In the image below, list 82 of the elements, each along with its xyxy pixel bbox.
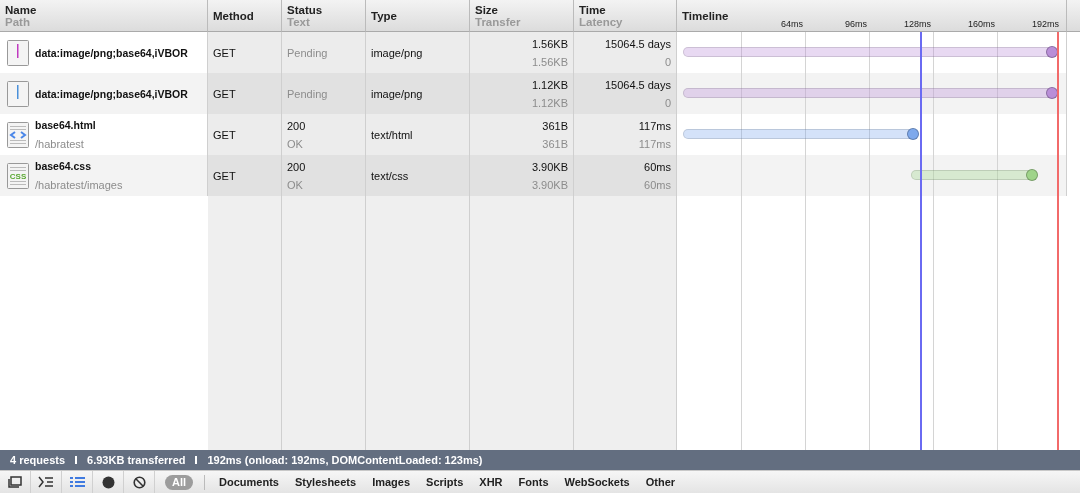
console-icon — [38, 476, 54, 488]
type-text: image/png — [371, 87, 423, 100]
status-text: Pending — [287, 87, 328, 100]
transfer-text: 1.56KB — [531, 55, 568, 68]
status-text: OK — [287, 137, 303, 150]
record-icon — [101, 475, 115, 489]
request-path: /habratest/images — [35, 179, 123, 191]
tick-label: 128ms — [904, 19, 931, 29]
column-title: Time — [579, 3, 607, 16]
request-name: base64.html — [35, 119, 96, 131]
status-text: 4 requests — [10, 454, 66, 466]
method-text: GET — [213, 87, 236, 100]
request-name: base64.css — [35, 160, 93, 172]
list-icon — [69, 476, 85, 488]
file-icon: CSS — [7, 162, 29, 189]
latency-text: 0 — [664, 96, 671, 109]
column-header[interactable]: Status Text — [282, 0, 366, 32]
request-name: data:image/png;base64,iVBOR — [35, 87, 188, 100]
column-title: Size — [475, 3, 499, 16]
type-text: text/css — [371, 169, 409, 182]
latency-text: 117ms — [638, 137, 671, 150]
filter-tab[interactable]: Fonts — [510, 474, 557, 490]
transfer-text: 3.90KB — [531, 178, 568, 191]
tick-label: 96ms — [845, 19, 867, 29]
request-name: data:image/png;base64,iVBOR — [35, 46, 188, 59]
filter-tab[interactable]: Stylesheets — [286, 474, 365, 490]
filter-tab[interactable]: Documents — [211, 474, 287, 490]
method-text: GET — [213, 46, 236, 59]
method-text: GET — [213, 169, 236, 182]
file-icon — [7, 121, 29, 148]
tick-label: 160ms — [968, 19, 995, 29]
column-header[interactable]: Time Latency — [574, 0, 677, 32]
status-text: 6.93KB transferred — [87, 454, 186, 466]
table-cell[interactable]: data:image/png;base64,iVBOR — [0, 73, 208, 114]
column-title: Status — [287, 3, 324, 16]
column-subtitle: Text — [287, 15, 311, 28]
clear-icon — [132, 475, 146, 489]
size-text: 361B — [542, 119, 568, 132]
column-header[interactable]: Timeline 64ms 96ms 128ms 160ms 192ms — [677, 0, 1067, 32]
filter-tab[interactable]: Images — [364, 474, 419, 490]
status-text: OK — [287, 178, 303, 191]
status-text: 192ms (onload: 192ms, DOMContentLoaded: 123ms) — [207, 454, 483, 466]
filter-tab[interactable]: Scripts — [418, 474, 472, 490]
size-text: 1.56KB — [531, 37, 568, 50]
size-text: 1.12KB — [531, 78, 568, 91]
time-text: 117ms — [638, 119, 671, 132]
latency-text: 60ms — [644, 178, 671, 191]
request-path: /habratest — [35, 138, 85, 150]
column-title: Method — [213, 9, 255, 22]
time-text: 15064.5 days — [604, 37, 671, 50]
status-text: Pending — [287, 46, 328, 59]
header-background — [1067, 0, 1080, 32]
status-code: 200 — [287, 160, 306, 173]
time-text: 15064.5 days — [604, 78, 671, 91]
column-title: Name — [5, 3, 38, 16]
type-text: image/png — [371, 46, 423, 59]
column-subtitle: Transfer — [475, 15, 522, 28]
column-header[interactable]: Type — [366, 0, 470, 32]
filter-tab[interactable]: Other — [637, 474, 684, 490]
status-code: 200 — [287, 119, 306, 132]
method-text: GET — [213, 128, 236, 141]
table-cell[interactable]: CSS base64.css /habratest/images — [0, 155, 208, 196]
column-subtitle: Latency — [579, 15, 624, 28]
column-subtitle: Path — [5, 15, 31, 28]
column-header[interactable]: Size Transfer — [470, 0, 574, 32]
column-header[interactable]: Method — [208, 0, 282, 32]
type-text: text/html — [371, 128, 413, 141]
dock-icon — [8, 476, 22, 488]
filter-tab[interactable]: XHR — [471, 474, 511, 490]
column-header[interactable]: Name Path — [0, 0, 208, 32]
tick-label: 192ms — [1032, 19, 1059, 29]
filter-tab[interactable]: WebSockets — [556, 474, 638, 490]
latency-text: 0 — [664, 55, 671, 68]
file-icon — [7, 80, 29, 107]
column-title: Type — [371, 9, 398, 22]
transfer-text: 1.12KB — [531, 96, 568, 109]
time-text: 60ms — [644, 160, 671, 173]
transfer-text: 361B — [542, 137, 568, 150]
size-text: 3.90KB — [531, 160, 568, 173]
tick-label: 64ms — [781, 19, 803, 29]
file-icon — [7, 39, 29, 66]
column-title: Timeline — [682, 9, 730, 22]
